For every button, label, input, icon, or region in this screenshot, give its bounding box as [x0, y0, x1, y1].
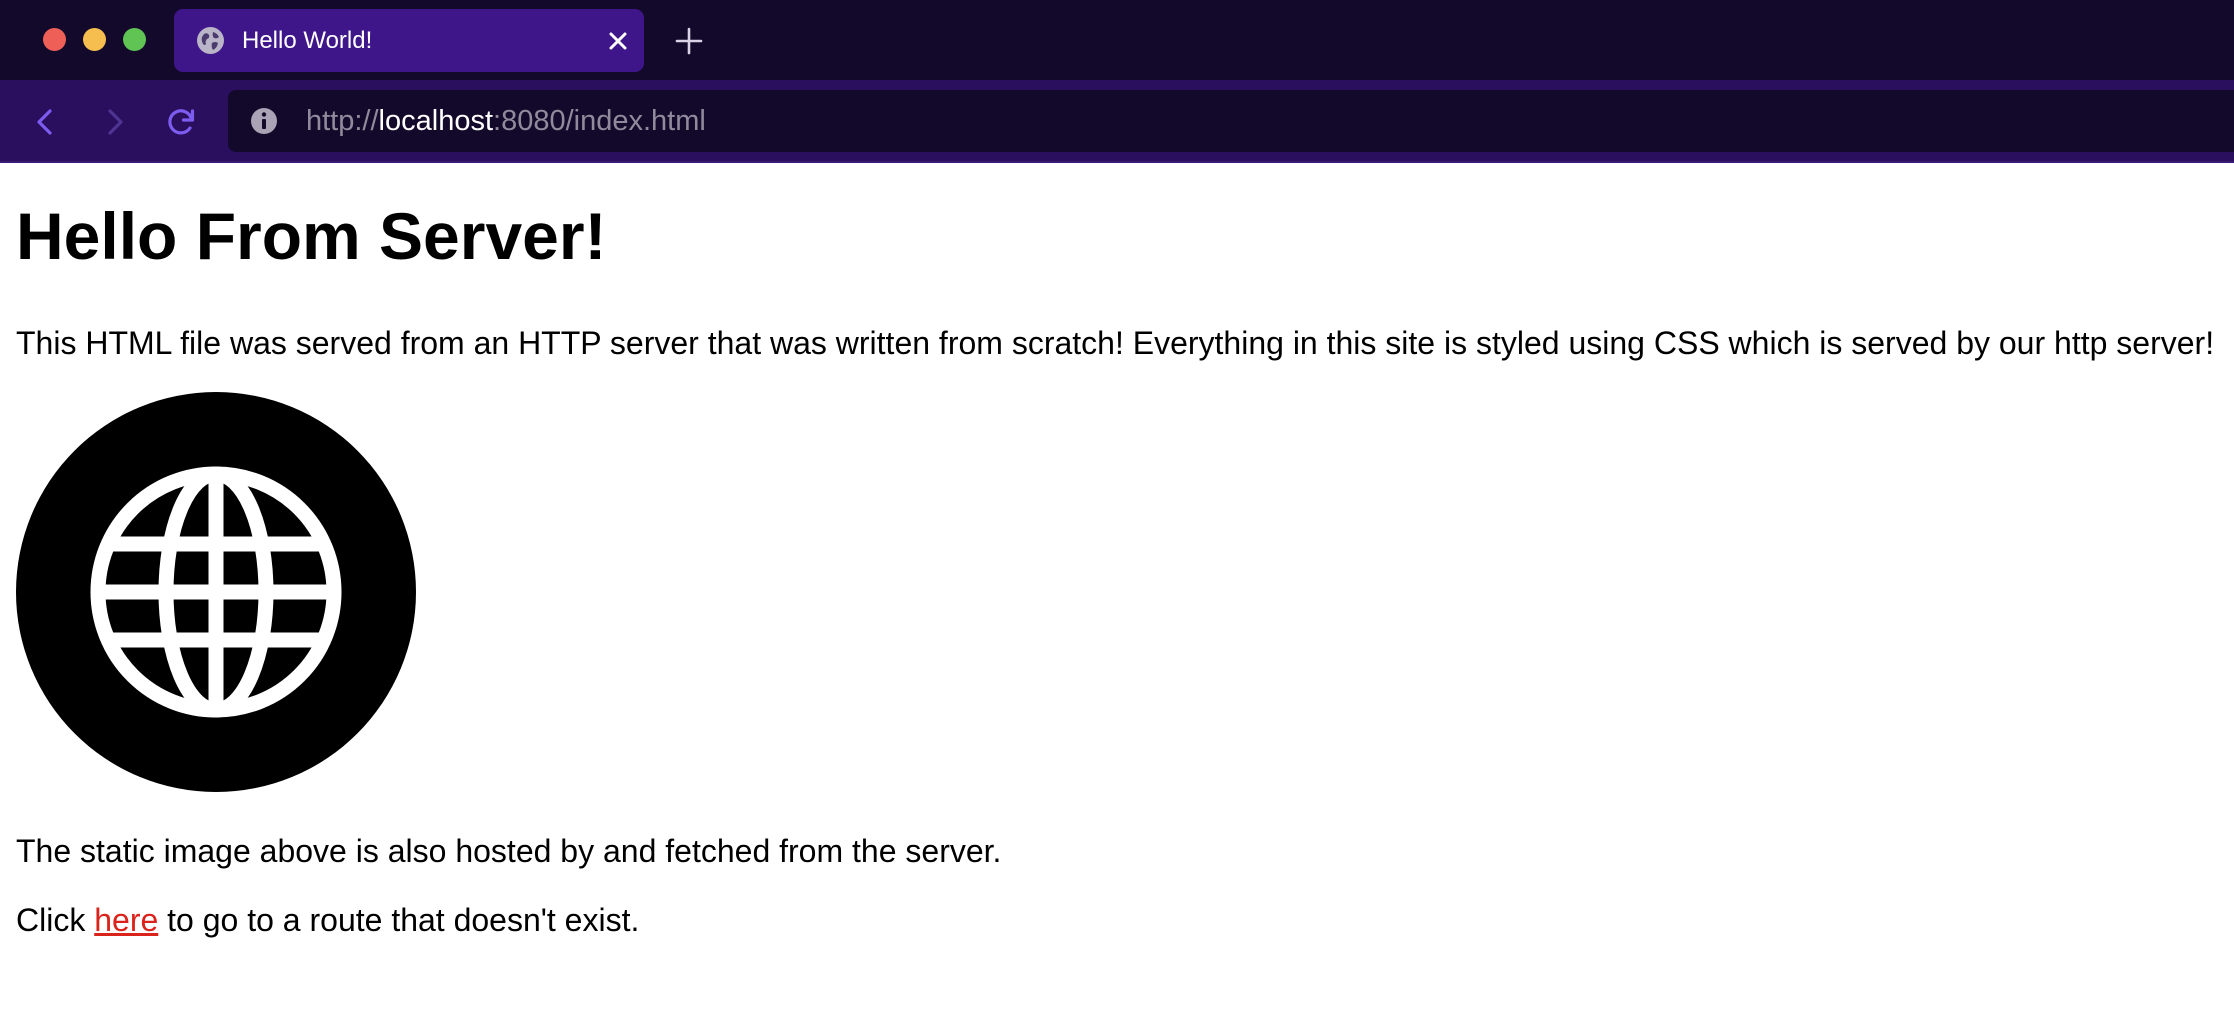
window-minimize-button[interactable]: [83, 28, 106, 51]
chevron-left-icon[interactable]: [28, 104, 64, 140]
reload-icon[interactable]: [163, 104, 199, 140]
plus-icon[interactable]: [674, 26, 704, 56]
tab-strip: Hello World!: [0, 0, 2234, 80]
page-title: Hello From Server!: [16, 199, 607, 273]
globe-icon: [16, 392, 416, 792]
click-suffix: to go to a route that doesn't exist.: [158, 902, 640, 938]
window-maximize-button[interactable]: [123, 28, 146, 51]
address-bar[interactable]: http://localhost:8080/index.html: [228, 90, 2234, 152]
browser-window: Hello World! http://localhost:8080/index…: [0, 0, 2234, 1024]
close-icon[interactable]: [607, 30, 629, 52]
click-paragraph: Click here to go to a route that doesn't…: [16, 904, 639, 936]
navigation-toolbar: http://localhost:8080/index.html: [0, 80, 2234, 163]
window-close-button[interactable]: [43, 28, 66, 51]
url-scheme: http://: [306, 105, 379, 137]
info-icon[interactable]: [250, 107, 278, 135]
page-viewport: Hello From Server! This HTML file was se…: [0, 163, 2234, 1024]
globe-icon: [196, 26, 225, 55]
static-image-note: The static image above is also hosted by…: [16, 833, 1002, 869]
chevron-right-icon[interactable]: [96, 104, 132, 140]
intro-paragraph: This HTML file was served from an HTTP s…: [16, 325, 2215, 361]
tab-hello-world[interactable]: Hello World!: [174, 9, 644, 72]
url-host: localhost: [378, 105, 494, 137]
url-text[interactable]: http://localhost:8080/index.html: [306, 90, 706, 152]
tab-title: Hello World!: [242, 27, 373, 54]
here-link[interactable]: here: [94, 902, 158, 938]
click-prefix: Click: [16, 902, 95, 938]
url-path: :8080/index.html: [493, 105, 706, 137]
